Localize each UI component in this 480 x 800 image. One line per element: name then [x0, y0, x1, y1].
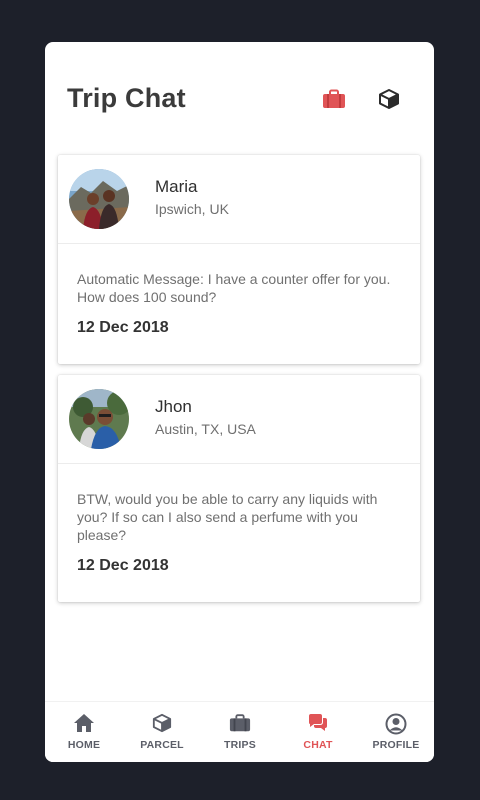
- contact-location: Ipswich, UK: [155, 201, 229, 217]
- nav-label: HOME: [67, 739, 101, 751]
- nav-label: TRIPS: [224, 739, 256, 751]
- message-date: 12 Dec 2018: [77, 557, 169, 574]
- nav-trips[interactable]: TRIPS: [201, 702, 279, 762]
- chat-card[interactable]: Maria Ipswich, UK Automatic Message: I h…: [58, 155, 420, 364]
- message-preview: Automatic Message: I have a counter offe…: [77, 271, 391, 305]
- page-title: Trip Chat: [67, 83, 186, 113]
- box-icon[interactable]: [376, 86, 402, 112]
- header: Trip Chat: [45, 42, 434, 162]
- nav-chat[interactable]: CHAT: [279, 702, 357, 762]
- briefcase-icon[interactable]: [321, 86, 347, 112]
- contact-name: Jhon: [155, 397, 192, 416]
- chat-icon: [307, 713, 329, 733]
- nav-label: PARCEL: [140, 739, 184, 751]
- nav-profile[interactable]: PROFILE: [357, 702, 434, 762]
- box-icon: [151, 713, 173, 733]
- bottom-nav: HOME PARCEL TRIPS CHAT PROFILE: [45, 701, 434, 762]
- contact-name: Maria: [155, 177, 198, 196]
- nav-parcel[interactable]: PARCEL: [123, 702, 201, 762]
- home-icon: [73, 713, 95, 733]
- message-preview: BTW, would you be able to carry any liqu…: [77, 491, 378, 543]
- chat-card[interactable]: Jhon Austin, TX, USA BTW, would you be a…: [58, 375, 420, 602]
- nav-label: PROFILE: [372, 739, 420, 751]
- user-circle-icon: [385, 713, 407, 735]
- chat-card-header: Maria Ipswich, UK: [58, 155, 420, 244]
- chat-card-header: Jhon Austin, TX, USA: [58, 375, 420, 464]
- app-screen: Trip Chat Maria Ipswich, UK Automatic Me…: [45, 42, 434, 762]
- nav-home[interactable]: HOME: [45, 702, 123, 762]
- avatar: [69, 389, 129, 449]
- nav-label: CHAT: [303, 739, 333, 751]
- briefcase-icon: [229, 713, 251, 733]
- message-date: 12 Dec 2018: [77, 319, 169, 336]
- contact-location: Austin, TX, USA: [155, 421, 256, 437]
- avatar: [69, 169, 129, 229]
